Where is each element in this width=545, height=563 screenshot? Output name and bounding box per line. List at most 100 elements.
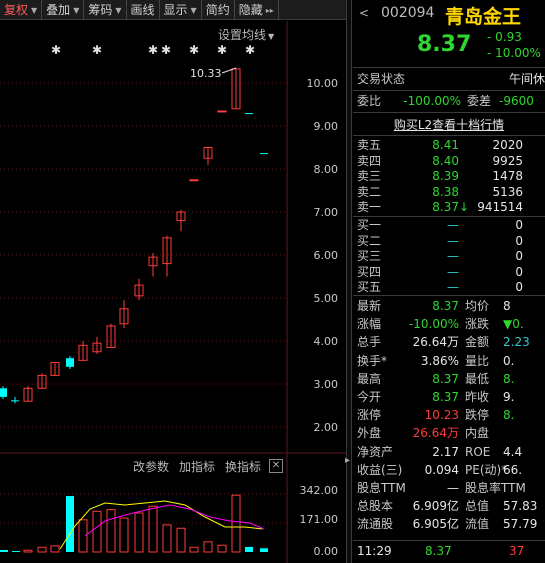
collapse-arrow-icon[interactable]: ▸ bbox=[345, 455, 350, 466]
quote-row: 总股本 6.909亿 总值 57.83 bbox=[353, 498, 545, 515]
candle-body bbox=[11, 400, 19, 402]
book-row-label: 买二 bbox=[357, 233, 382, 248]
quote-value: 66. bbox=[503, 462, 523, 477]
indicator-button-0[interactable]: 改参数 bbox=[133, 458, 169, 475]
book-row: 卖一 8.37 941514 ↓ bbox=[353, 200, 545, 215]
quote-value: 57.79 bbox=[503, 517, 538, 532]
book-row-volume: 5136 bbox=[492, 184, 523, 199]
prev-stock-icon[interactable]: < bbox=[359, 6, 369, 20]
stock-header: < 002094 青岛金王 8.37 - 0.93 - 10.00% bbox=[353, 0, 545, 68]
quote-label: PE(动)* bbox=[465, 462, 508, 477]
panel-splitter[interactable]: ▸ bbox=[345, 0, 352, 563]
book-row-price: — bbox=[447, 280, 459, 294]
star-marker-icon: ✱ bbox=[92, 43, 102, 57]
quote-value: 57.83 bbox=[503, 499, 538, 514]
book-row-volume: 0 bbox=[515, 264, 523, 279]
indicator-button-2[interactable]: 换指标 bbox=[225, 458, 261, 475]
book-row-price: 8.39 bbox=[432, 169, 459, 183]
book-row-label: 卖四 bbox=[357, 153, 382, 168]
chevron-down-icon: ▼ bbox=[31, 5, 38, 15]
toolbar-button-2[interactable]: 筹码 ▼ bbox=[84, 0, 127, 20]
quote-label: 流值 bbox=[465, 517, 490, 532]
volume-bar bbox=[106, 509, 116, 553]
trade-status-value: 午间休 bbox=[508, 72, 545, 86]
price-axis-label: 5.00 bbox=[314, 292, 339, 305]
volume-bar bbox=[231, 494, 241, 553]
quote-label: 总手 bbox=[357, 335, 382, 350]
quote-row: 涨幅 -10.00% 涨跌 ▼0. bbox=[353, 316, 545, 333]
quote-label: 内盘 bbox=[465, 426, 490, 441]
volume-bar bbox=[148, 505, 158, 553]
volume-bar bbox=[189, 546, 199, 553]
star-marker-icon: ✱ bbox=[217, 43, 227, 57]
quote-value: 8. bbox=[503, 408, 515, 423]
toolbar-button-3[interactable]: 画线 bbox=[127, 0, 160, 20]
star-marker-icon: ✱ bbox=[161, 43, 171, 57]
trade-status-label: 交易状态 bbox=[357, 72, 406, 86]
book-row-volume: 0 bbox=[515, 280, 523, 294]
divider bbox=[353, 295, 545, 296]
price-axis-label: 4.00 bbox=[314, 335, 339, 348]
close-indicator-button[interactable]: ✕ bbox=[269, 459, 283, 473]
volume-bar bbox=[162, 524, 172, 553]
quote-row: 今开 8.37 昨收 9. bbox=[353, 389, 545, 406]
quote-row: 最高 8.37 最低 8. bbox=[353, 371, 545, 388]
quote-row: 换手* 3.86% 量比 0. bbox=[353, 353, 545, 370]
quote-value: 2.23 bbox=[503, 335, 530, 350]
divider bbox=[353, 135, 545, 136]
quote-value: — bbox=[447, 481, 459, 495]
toolbar-button-0[interactable]: 复权 ▼ bbox=[0, 0, 43, 20]
star-marker-icon: ✱ bbox=[189, 43, 199, 57]
candle-body bbox=[217, 110, 227, 113]
quote-value: 26.64万 bbox=[412, 335, 459, 350]
quote-label: 涨停 bbox=[357, 408, 382, 423]
volume-bar bbox=[217, 544, 227, 553]
quote-value: 0. bbox=[503, 353, 515, 368]
book-row-volume: 2020 bbox=[492, 138, 523, 152]
book-row: 买三 — 0 bbox=[353, 249, 545, 264]
volume-bar bbox=[12, 550, 20, 552]
divider bbox=[353, 90, 545, 91]
weibi-label: 委比 bbox=[357, 94, 382, 108]
kline-chart[interactable]: 10.009.008.007.006.005.004.003.002.00✱ ✱ ✱… bbox=[0, 21, 346, 563]
quote-label: 净资产 bbox=[357, 444, 394, 459]
weicha-label: 委差 bbox=[467, 94, 492, 108]
quote-label: 股息TTM bbox=[357, 481, 406, 495]
quote-value: ▼0. bbox=[503, 317, 524, 332]
volume-bar bbox=[176, 527, 186, 553]
volume-bar bbox=[50, 545, 60, 553]
star-marker-icon: ✱ bbox=[51, 43, 61, 57]
quote-label: 外盘 bbox=[357, 426, 382, 441]
quote-row: 净资产 2.17 ROE 4.4 bbox=[353, 444, 545, 461]
book-row-volume: 0 bbox=[515, 233, 523, 248]
quote-label: 今开 bbox=[357, 390, 382, 404]
trade-status-row: 交易状态 午间休 bbox=[353, 71, 545, 88]
quote-value: 6.905亿 bbox=[412, 517, 459, 532]
price-axis-label: 3.00 bbox=[314, 378, 339, 391]
volume-bar bbox=[37, 546, 47, 553]
l2-upgrade-link[interactable]: 购买L2查看十档行情 bbox=[353, 116, 545, 133]
price-axis-label: 8.00 bbox=[314, 163, 339, 176]
indicator-button-1[interactable]: 加指标 bbox=[179, 458, 215, 475]
quote-label: 昨收 bbox=[465, 390, 490, 404]
volume-bar bbox=[66, 496, 74, 552]
book-row-volume: 0 bbox=[515, 249, 523, 263]
book-row: 买二 — 0 bbox=[353, 234, 545, 249]
toolbar-button-1[interactable]: 叠加 ▼ bbox=[42, 0, 85, 20]
candle-body bbox=[66, 358, 74, 367]
toolbar-button-5[interactable]: 简约 bbox=[202, 0, 235, 20]
ma-setting-button[interactable]: 设置均线 ▼ bbox=[218, 26, 274, 43]
quote-label: 跌停 bbox=[465, 408, 490, 423]
book-row: 卖五 8.41 2020 bbox=[353, 138, 545, 153]
tick-price: 8.37 bbox=[425, 544, 452, 558]
volume-bar bbox=[245, 546, 253, 552]
book-row-label: 买一 bbox=[357, 218, 382, 232]
book-row: 买四 — 0 bbox=[353, 265, 545, 280]
quote-label: 最低 bbox=[465, 371, 490, 386]
volume-bar bbox=[92, 510, 102, 553]
quote-value: 0.094 bbox=[424, 462, 459, 477]
quote-label: 股息率TTM bbox=[465, 481, 526, 495]
toolbar-button-4[interactable]: 显示 ▼ bbox=[160, 0, 202, 20]
quote-label: 流通股 bbox=[357, 517, 394, 532]
toolbar-button-6[interactable]: 隐藏 ▸▸ bbox=[235, 0, 279, 20]
